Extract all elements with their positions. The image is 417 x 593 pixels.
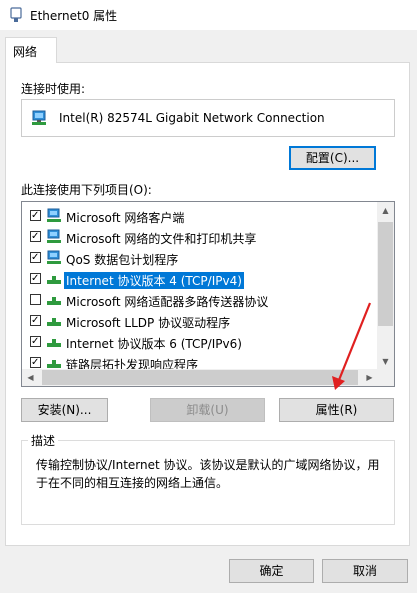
cancel-button[interactable]: 取消 — [322, 559, 408, 583]
network-adapter-icon — [31, 110, 49, 129]
item-label: Microsoft 网络的文件和打印机共享 — [66, 232, 257, 246]
item-label: 链路层拓扑发现响应程序 — [66, 358, 199, 370]
item-label: Internet 协议版本 6 (TCP/IPv6) — [66, 337, 242, 351]
window-title: Ethernet0 属性 — [30, 9, 118, 23]
properties-button[interactable]: 属性(R) — [279, 398, 394, 422]
vertical-scroll-thumb[interactable] — [378, 222, 393, 326]
item-label: Microsoft 网络客户端 — [66, 211, 185, 225]
protocol-icon — [46, 271, 62, 290]
item-checkbox[interactable] — [30, 294, 41, 305]
items-label: 此连接使用下列项目(O): — [21, 183, 152, 197]
protocol-icon — [46, 334, 62, 353]
list-item[interactable]: Internet 协议版本 4 (TCP/IPv4) — [22, 269, 378, 290]
list-item[interactable]: Microsoft 网络适配器多路传送器协议 — [22, 290, 378, 311]
qos-icon — [46, 250, 62, 269]
install-button[interactable]: 安装(N)... — [21, 398, 108, 422]
protocol-icon — [46, 292, 62, 311]
description-text: 传输控制协议/Internet 协议。该协议是默认的广域网络协议，用于在不同的相… — [36, 458, 380, 490]
item-checkbox[interactable] — [30, 357, 41, 368]
description-title: 描述 — [28, 432, 59, 449]
uninstall-button[interactable]: 卸载(U) — [150, 398, 265, 422]
list-item[interactable]: Microsoft 网络的文件和打印机共享 — [22, 227, 378, 248]
items-list: Microsoft 网络客户端 Microsoft 网络的文件和打印机共享 QoS … — [22, 202, 378, 370]
item-label: QoS 数据包计划程序 — [66, 253, 179, 267]
tab-network-label: 网络 — [13, 45, 38, 59]
vertical-scrollbar[interactable]: ▲ ▼ — [377, 202, 394, 370]
protocol-icon — [46, 313, 62, 332]
list-item[interactable]: Internet 协议版本 6 (TCP/IPv6) — [22, 332, 378, 353]
scroll-left-icon[interactable]: ◀ — [22, 369, 39, 386]
horizontal-scrollbar[interactable]: ◀ ▶ — [22, 369, 378, 386]
item-checkbox[interactable] — [30, 231, 41, 242]
list-item[interactable]: QoS 数据包计划程序 — [22, 248, 378, 269]
horizontal-scroll-thumb[interactable] — [42, 370, 358, 385]
tab-network[interactable]: 网络 — [5, 37, 57, 63]
ethernet-icon — [9, 7, 23, 26]
title-bar: Ethernet0 属性 — [0, 0, 417, 30]
file-printer-sharing-icon — [46, 229, 62, 248]
items-listbox[interactable]: Microsoft 网络客户端 Microsoft 网络的文件和打印机共享 QoS … — [21, 201, 395, 387]
item-label: Microsoft LLDP 协议驱动程序 — [66, 316, 231, 330]
item-label: Internet 协议版本 4 (TCP/IPv4) — [64, 272, 244, 289]
adapter-box: Intel(R) 82574L Gigabit Network Connecti… — [21, 99, 395, 137]
adapter-name: Intel(R) 82574L Gigabit Network Connecti… — [59, 111, 325, 125]
list-item[interactable]: Microsoft LLDP 协议驱动程序 — [22, 311, 378, 332]
scroll-down-icon[interactable]: ▼ — [377, 353, 394, 370]
scroll-up-icon[interactable]: ▲ — [377, 202, 394, 219]
item-label: Microsoft 网络适配器多路传送器协议 — [66, 295, 269, 309]
item-checkbox[interactable] — [30, 336, 41, 347]
list-item[interactable]: Microsoft 网络客户端 — [22, 206, 378, 227]
item-checkbox[interactable] — [30, 210, 41, 221]
item-checkbox[interactable] — [30, 315, 41, 326]
configure-button[interactable]: 配置(C)... — [289, 146, 376, 170]
network-client-icon — [46, 208, 62, 227]
ok-button[interactable]: 确定 — [229, 559, 314, 583]
item-checkbox[interactable] — [30, 252, 41, 263]
scrollbar-corner — [377, 369, 394, 386]
connect-using-label: 连接时使用: — [21, 82, 86, 96]
list-item[interactable]: 链路层拓扑发现响应程序 — [22, 353, 378, 370]
scroll-right-icon[interactable]: ▶ — [361, 369, 378, 386]
protocol-icon — [46, 355, 62, 370]
item-checkbox[interactable] — [30, 273, 41, 284]
